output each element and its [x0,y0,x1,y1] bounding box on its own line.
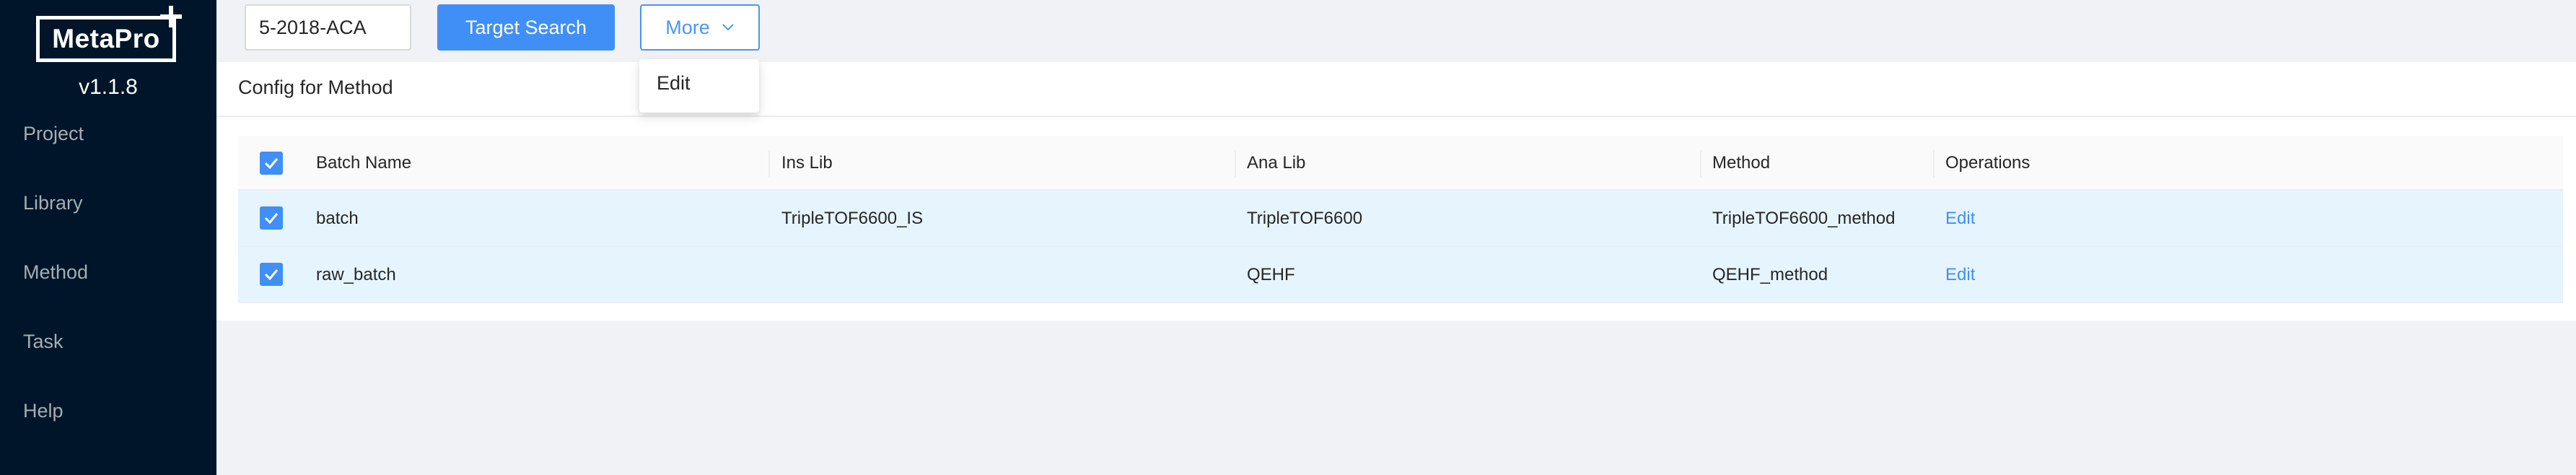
cell-batch-name: raw_batch [316,265,396,284]
card-header: Config for Method [216,62,2576,117]
cell-method: QEHF_method [1712,265,1828,284]
column-header-batch-name: Batch Name [316,153,412,173]
column-divider [1700,150,1701,178]
column-header-operations: Operations [1945,153,2030,173]
table-header: Batch Name Ins Lib Ana Lib Method Operat… [238,136,2563,191]
check-icon [264,269,279,280]
menu-item-edit[interactable]: Edit [657,72,691,95]
sidebar-item-method[interactable]: Method [23,261,88,284]
more-dropdown-button[interactable]: More [640,4,760,51]
cell-ins-lib: TripleTOF6600_IS [781,209,924,228]
app-version: v1.1.8 [79,75,138,99]
logo-text: MetaPro [52,24,160,53]
row-checkbox[interactable] [260,206,283,230]
table-row[interactable]: batch TripleTOF6600_IS TripleTOF6600 Tri… [238,191,2563,247]
column-header-ins-lib: Ins Lib [781,153,833,173]
row-edit-link[interactable]: Edit [1945,209,1975,229]
sidebar-item-project[interactable]: Project [23,123,84,145]
column-header-method: Method [1712,153,1771,173]
sidebar-item-help[interactable]: Help [23,400,63,422]
column-header-ana-lib: Ana Lib [1247,153,1306,173]
sidebar: MetaPro v1.1.8 Project Library Method Ta… [0,0,216,475]
cell-method: TripleTOF6600_method [1712,209,1896,228]
select-all-checkbox[interactable] [260,152,283,175]
column-divider [1235,150,1236,178]
target-search-label: Target Search [465,16,587,38]
check-icon [264,158,279,169]
card-title: Config for Method [238,77,393,98]
column-divider [768,150,770,178]
cell-ana-lib: TripleTOF6600 [1247,209,1363,228]
row-edit-link[interactable]: Edit [1945,265,1975,285]
more-dropdown-menu: Edit [639,59,759,113]
sidebar-item-library[interactable]: Library [23,192,83,214]
cell-ana-lib: QEHF [1247,265,1295,284]
target-search-button[interactable]: Target Search [437,4,615,51]
sidebar-item-task[interactable]: Task [23,331,63,353]
chevron-down-icon [722,24,734,31]
app-logo[interactable]: MetaPro [36,16,176,62]
more-label: More [665,16,710,38]
column-divider [1933,150,1935,178]
row-checkbox[interactable] [260,263,283,286]
logo-plus-icon [160,6,182,27]
check-icon [264,213,279,224]
search-input[interactable] [245,4,411,51]
table-row[interactable]: raw_batch QEHF QEHF_method Edit [238,247,2563,303]
cell-batch-name: batch [316,209,359,228]
